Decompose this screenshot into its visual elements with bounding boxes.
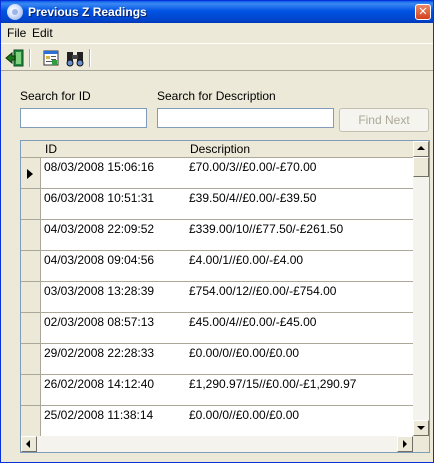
cell-description[interactable]: £70.00/3//£0.00/-£70.00 <box>186 158 414 189</box>
cell-id[interactable]: 03/03/2008 13:28:39 <box>41 282 187 313</box>
vertical-scrollbar[interactable] <box>413 141 429 436</box>
vertical-scroll-thumb[interactable] <box>413 157 429 177</box>
grid-corner-header <box>21 141 42 158</box>
chevron-up-icon <box>417 146 425 150</box>
scroll-right-button[interactable] <box>397 436 413 452</box>
cell-description[interactable]: £45.00/4//£0.00/-£45.00 <box>186 313 414 344</box>
cell-description[interactable]: £4.00/1//£0.00/-£4.00 <box>186 251 414 282</box>
table-row[interactable]: 26/02/2008 14:12:40 £1,290.97/15//£0.00/-… <box>21 375 414 406</box>
close-button[interactable]: ✕ <box>415 4 431 20</box>
binoculars-icon <box>66 52 84 67</box>
search-description-label: Search for Description <box>157 89 276 103</box>
cell-description[interactable]: £0.00/0//£0.00/£0.00 <box>186 406 414 437</box>
scroll-up-button[interactable] <box>413 141 429 157</box>
cell-description[interactable]: £0.00/0//£0.00/£0.00 <box>186 344 414 375</box>
row-selector[interactable] <box>21 251 41 282</box>
report-button[interactable] <box>41 48 61 68</box>
title-bar[interactable]: Previous Z Readings ✕ <box>1 1 433 23</box>
chevron-down-icon <box>417 426 425 430</box>
chevron-right-icon <box>403 440 407 448</box>
app-icon <box>7 4 23 20</box>
cell-id[interactable]: 04/03/2008 09:04:56 <box>41 251 187 282</box>
search-id-label: Search for ID <box>20 89 91 103</box>
row-selector[interactable] <box>21 158 41 189</box>
table-row[interactable]: 25/02/2008 11:38:14 £0.00/0//£0.00/£0.00 <box>21 406 414 437</box>
cell-id[interactable]: 25/02/2008 11:38:14 <box>41 406 187 437</box>
toolbar-separator <box>29 49 31 67</box>
row-selector[interactable] <box>21 220 41 251</box>
row-selector[interactable] <box>21 282 41 313</box>
column-header-id[interactable]: ID <box>41 141 187 158</box>
toolbar-separator <box>89 49 91 67</box>
cell-id[interactable]: 02/03/2008 08:57:13 <box>41 313 187 344</box>
search-button[interactable] <box>65 48 85 68</box>
search-description-input[interactable] <box>157 108 334 128</box>
table-row[interactable]: 06/03/2008 10:51:31 £39.50/4//£0.00/-£39.… <box>21 189 414 220</box>
previous-z-readings-window: Previous Z Readings ✕ File Edit Search f… <box>0 0 434 463</box>
cell-description[interactable]: £1,290.97/15//£0.00/-£1,290.97 <box>186 375 414 406</box>
horizontal-scrollbar[interactable] <box>21 436 413 452</box>
current-row-arrow-icon <box>27 169 33 179</box>
exit-icon <box>5 49 24 67</box>
window-title: Previous Z Readings <box>28 5 147 19</box>
scroll-down-button[interactable] <box>413 420 429 436</box>
menu-bar: File Edit <box>1 23 433 42</box>
find-next-button[interactable]: Find Next <box>339 108 429 132</box>
table-row[interactable]: 29/02/2008 22:28:33 £0.00/0//£0.00/£0.00 <box>21 344 414 375</box>
cell-id[interactable]: 29/02/2008 22:28:33 <box>41 344 187 375</box>
readings-grid: ID Description 08/03/2008 15:06:16 £70.00… <box>20 140 430 453</box>
menu-edit[interactable]: Edit <box>32 26 53 40</box>
chevron-left-icon <box>26 440 30 448</box>
cell-id[interactable]: 08/03/2008 15:06:16 <box>41 158 187 189</box>
cell-id[interactable]: 04/03/2008 22:09:52 <box>41 220 187 251</box>
search-id-input[interactable] <box>20 108 147 128</box>
row-selector[interactable] <box>21 375 41 406</box>
exit-button[interactable] <box>5 48 25 68</box>
table-row[interactable]: 08/03/2008 15:06:16 £70.00/3//£0.00/-£70.… <box>21 158 414 189</box>
table-row[interactable]: 04/03/2008 09:04:56 £4.00/1//£0.00/-£4.00 <box>21 251 414 282</box>
table-row[interactable]: 03/03/2008 13:28:39 £754.00/12//£0.00/-£7… <box>21 282 414 313</box>
report-icon <box>43 50 59 66</box>
cell-id[interactable]: 06/03/2008 10:51:31 <box>41 189 187 220</box>
toolbar <box>1 43 433 71</box>
row-selector[interactable] <box>21 313 41 344</box>
row-selector[interactable] <box>21 406 41 437</box>
column-header-description[interactable]: Description <box>186 141 414 158</box>
row-selector[interactable] <box>21 344 41 375</box>
table-row[interactable]: 02/03/2008 08:57:13 £45.00/4//£0.00/-£45.… <box>21 313 414 344</box>
cell-id[interactable]: 26/02/2008 14:12:40 <box>41 375 187 406</box>
table-row[interactable]: 04/03/2008 22:09:52 £339.00/10//£77.50/-£… <box>21 220 414 251</box>
scroll-left-button[interactable] <box>21 436 37 452</box>
cell-description[interactable]: £39.50/4//£0.00/-£39.50 <box>186 189 414 220</box>
scrollbar-corner <box>413 436 429 452</box>
menu-file[interactable]: File <box>7 26 26 40</box>
cell-description[interactable]: £339.00/10//£77.50/-£261.50 <box>186 220 414 251</box>
row-selector[interactable] <box>21 189 41 220</box>
cell-description[interactable]: £754.00/12//£0.00/-£754.00 <box>186 282 414 313</box>
